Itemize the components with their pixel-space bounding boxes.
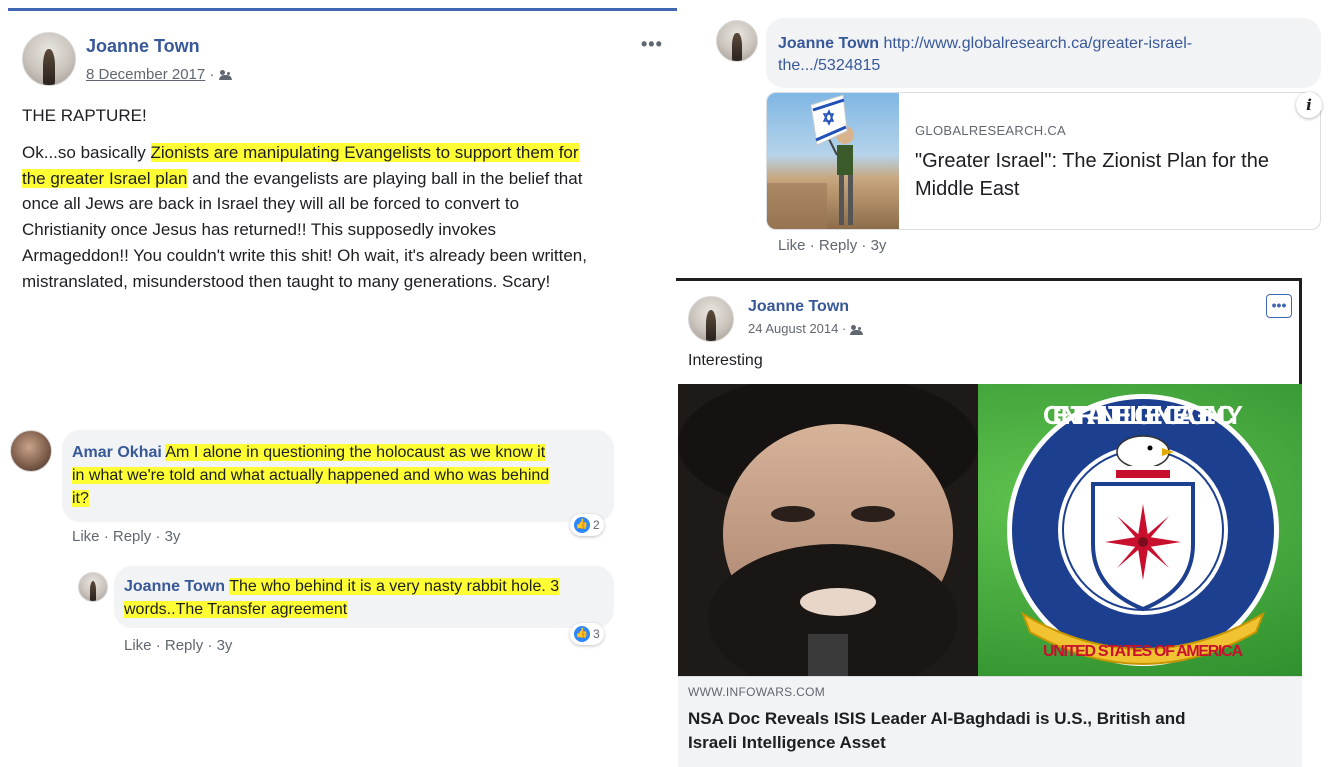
post-options-icon[interactable]: ••• <box>1266 294 1292 318</box>
top-border <box>8 8 677 11</box>
comment-author[interactable]: Amar Okhai <box>72 444 162 461</box>
link-thumbnail[interactable] <box>767 93 899 229</box>
comment-text: Joanne Town http://www.globalresearch.ca… <box>778 33 1308 77</box>
meta-separator: · <box>209 66 215 83</box>
post-author[interactable]: Joanne Town <box>86 36 200 57</box>
reaction-count[interactable]: 👍 2 <box>570 514 604 536</box>
reply-button[interactable]: Reply <box>165 637 203 654</box>
audience-friends-icon[interactable] <box>849 324 864 335</box>
comment-author[interactable]: Joanne Town <box>778 35 879 52</box>
info-icon[interactable]: i <box>1296 92 1322 118</box>
post-date[interactable]: 8 December 2017 <box>86 66 205 83</box>
link-preview-card[interactable]: GLOBALRESEARCH.CA "Greater Israel": The … <box>766 92 1321 230</box>
reaction-count[interactable]: 👍 3 <box>570 623 604 645</box>
like-reaction-icon: 👍 <box>574 626 590 642</box>
post-body: Ok...so basically Zionists are manipulat… <box>22 143 587 291</box>
post-date[interactable]: 24 August 2014 <box>748 321 838 336</box>
comment-text: Amar Okhai Am I alone in questioning the… <box>72 444 550 507</box>
reply-actions: Like · Reply · 3y <box>124 637 233 654</box>
highlight: it? <box>72 490 89 507</box>
post-meta: 8 December 2017 · <box>86 66 233 83</box>
comment-url[interactable]: the.../5324815 <box>778 55 1308 77</box>
meta-separator: · <box>841 321 847 336</box>
highlight: words..The Transfer agreement <box>124 601 348 618</box>
israel-flag-icon <box>767 94 854 229</box>
link-source: WWW.INFOWARS.COM <box>688 685 825 699</box>
avatar[interactable] <box>716 20 758 62</box>
comment-url[interactable]: http://www.globalresearch.ca/greater-isr… <box>884 35 1193 52</box>
seal-bottom-text: UNITED STATES OF AMERICA <box>1043 643 1243 660</box>
audience-friends-icon[interactable] <box>218 70 233 81</box>
reply-age[interactable]: 3y <box>217 637 233 654</box>
reply-button[interactable]: Reply <box>113 528 151 545</box>
highlight: Zionists are manipulating Evangelists to… <box>150 143 579 162</box>
avatar[interactable] <box>10 430 52 472</box>
highlight: the greater Israel plan <box>22 168 188 188</box>
highlight: in what we're told and <box>72 467 227 484</box>
post-image-art: CENTRAL INTELLIGENCE AGENCY UNITED STATE… <box>678 384 1302 676</box>
like-reaction-icon: 👍 <box>574 517 590 533</box>
comment-age[interactable]: 3y <box>165 528 181 545</box>
reply-author[interactable]: Joanne Town <box>124 578 225 595</box>
post-author[interactable]: Joanne Town <box>748 298 849 316</box>
reply-text: Joanne Town The who behind it is a very … <box>124 575 609 621</box>
reply-button[interactable]: Reply <box>819 237 857 254</box>
post-meta: 24 August 2014 · <box>748 321 864 336</box>
link-source: GLOBALRESEARCH.CA <box>915 123 1067 138</box>
post-text: Interesting <box>688 352 763 369</box>
like-button[interactable]: Like <box>72 528 100 545</box>
comment-age[interactable]: 3y <box>871 237 887 254</box>
seal-text: CENTRAL INTELLIGENCE AGENCY <box>1043 400 1243 430</box>
avatar[interactable] <box>22 32 76 86</box>
highlight: Am I alone in questioning the holocaust … <box>165 444 546 461</box>
post-options-icon[interactable]: ••• <box>641 34 663 55</box>
avatar[interactable] <box>78 572 108 602</box>
avatar[interactable] <box>688 296 734 342</box>
like-button[interactable]: Like <box>124 637 152 654</box>
comment-actions: Like · Reply · 3y <box>778 237 887 254</box>
post-title: THE RAPTURE! <box>22 106 147 125</box>
like-button[interactable]: Like <box>778 237 806 254</box>
post-image[interactable]: CENTRAL INTELLIGENCE AGENCY UNITED STATE… <box>678 384 1302 676</box>
comment-actions: Like · Reply · 3y <box>72 528 181 545</box>
link-title[interactable]: NSA Doc Reveals ISIS Leader Al-Baghdadi … <box>688 707 1298 755</box>
link-title[interactable]: "Greater Israel": The Zionist Plan for t… <box>915 147 1269 203</box>
highlight: The who behind it is a very nasty rabbit… <box>229 578 560 595</box>
